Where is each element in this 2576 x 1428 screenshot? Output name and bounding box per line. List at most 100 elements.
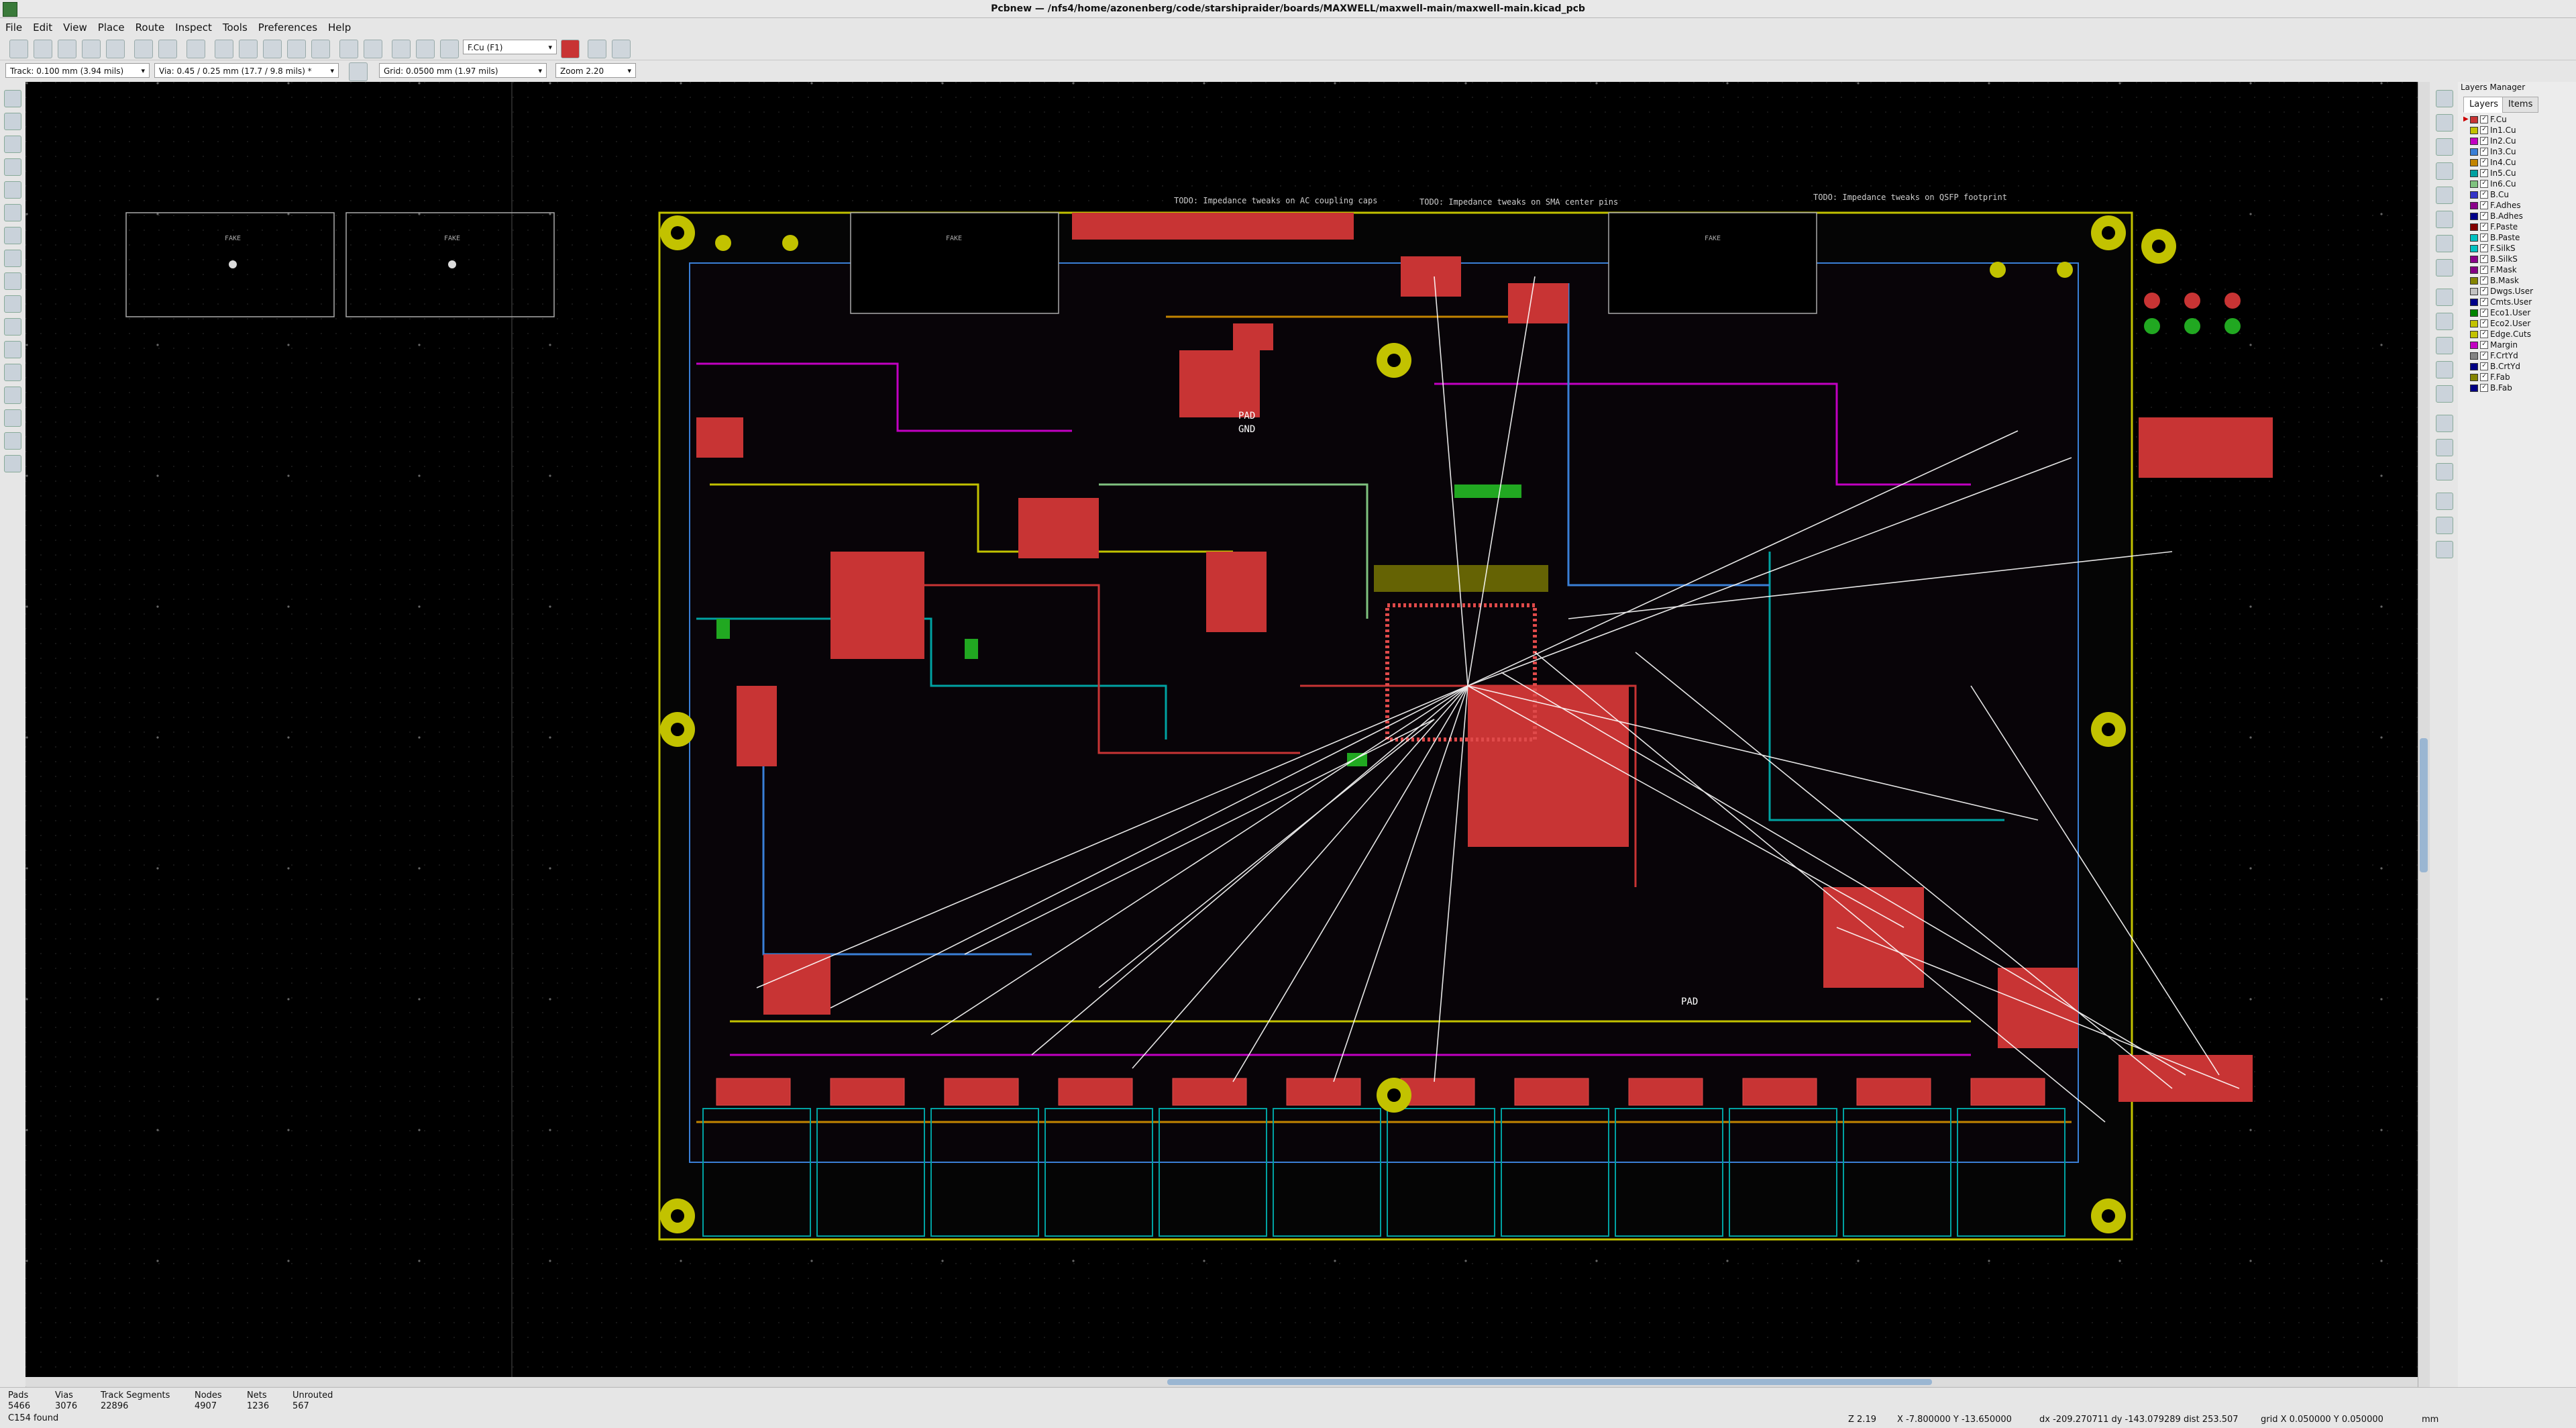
cursor-shape-icon[interactable] xyxy=(4,204,21,221)
menu-tools[interactable]: Tools xyxy=(217,21,253,34)
layer-row-f-mask[interactable]: ✓ F.Mask xyxy=(2463,264,2573,275)
layer-color-swatch[interactable] xyxy=(2470,137,2478,145)
vertical-scrollbar[interactable] xyxy=(2418,82,2430,1387)
layer-color-swatch[interactable] xyxy=(2470,319,2478,327)
layer-color-swatch[interactable] xyxy=(2470,201,2478,209)
layer-color-swatch[interactable] xyxy=(2470,148,2478,156)
layer-row-f-silks[interactable]: ✓ F.SilkS xyxy=(2463,243,2573,254)
microwave-toolbar-icon[interactable] xyxy=(4,432,21,450)
3d-viewer-icon[interactable] xyxy=(612,40,631,58)
layer-color-swatch[interactable] xyxy=(2470,373,2478,381)
layer-row-f-fab[interactable]: ✓ F.Fab xyxy=(2463,372,2573,382)
highlight-net-icon[interactable] xyxy=(2436,114,2453,132)
via-size-select[interactable]: Via: 0.45 / 0.25 mm (17.7 / 9.8 mils) * xyxy=(154,63,339,78)
layer-color-swatch[interactable] xyxy=(2470,309,2478,317)
layer-color-swatch[interactable] xyxy=(2470,234,2478,242)
zone-fill-icon[interactable] xyxy=(4,272,21,290)
delete-icon[interactable] xyxy=(2436,463,2453,480)
layer-row-b-adhes[interactable]: ✓ B.Adhes xyxy=(2463,211,2573,221)
layer-color-swatch[interactable] xyxy=(2470,330,2478,338)
layer-row-f-crtyd[interactable]: ✓ F.CrtYd xyxy=(2463,350,2573,361)
units-inch-icon[interactable] xyxy=(4,158,21,176)
polar-coords-icon[interactable] xyxy=(4,136,21,153)
layer-visibility-checkbox[interactable]: ✓ xyxy=(2480,319,2488,327)
horizontal-scroll-thumb[interactable] xyxy=(1167,1379,1932,1385)
grid-toggle-icon[interactable] xyxy=(4,113,21,130)
add-via-icon[interactable] xyxy=(2436,211,2453,228)
layer-row-in6-cu[interactable]: ✓ In6.Cu xyxy=(2463,178,2573,189)
pcb-canvas[interactable]: TODO: Impedance tweaks on AC coupling ca… xyxy=(25,82,2418,1384)
layer-color-swatch[interactable] xyxy=(2470,191,2478,199)
layer-visibility-checkbox[interactable]: ✓ xyxy=(2480,137,2488,145)
local-ratsnest-tool-icon[interactable] xyxy=(2436,138,2453,156)
print-icon[interactable] xyxy=(106,40,125,58)
menu-edit[interactable]: Edit xyxy=(28,21,58,34)
layer-color-swatch[interactable] xyxy=(2470,126,2478,134)
layer-visibility-checkbox[interactable]: ✓ xyxy=(2480,115,2488,123)
layer-visibility-checkbox[interactable]: ✓ xyxy=(2480,191,2488,199)
drc-off-icon[interactable] xyxy=(4,90,21,107)
layer-color-swatch[interactable] xyxy=(2470,169,2478,177)
units-mm-icon[interactable] xyxy=(4,181,21,199)
select-arrow-icon[interactable] xyxy=(2436,90,2453,107)
layer-visibility-checkbox[interactable]: ✓ xyxy=(2480,362,2488,370)
layer-visibility-checkbox[interactable]: ✓ xyxy=(2480,169,2488,177)
undo-icon[interactable] xyxy=(134,40,153,58)
layer-row-dwgs-user[interactable]: ✓ Dwgs.User xyxy=(2463,286,2573,297)
layer-visibility-checkbox[interactable]: ✓ xyxy=(2480,266,2488,274)
layer-color-swatch[interactable] xyxy=(2470,244,2478,252)
track-width-select[interactable]: Track: 0.100 mm (3.94 mils) xyxy=(5,63,150,78)
via-sketch-icon[interactable] xyxy=(4,341,21,358)
layer-color-swatch[interactable] xyxy=(2470,287,2478,295)
add-polygon-icon[interactable] xyxy=(2436,361,2453,378)
layer-row-in2-cu[interactable]: ✓ In2.Cu xyxy=(2463,136,2573,146)
grid-select[interactable]: Grid: 0.0500 mm (1.97 mils) xyxy=(379,63,547,78)
layer-visibility-checkbox[interactable]: ✓ xyxy=(2480,234,2488,242)
layer-visibility-checkbox[interactable]: ✓ xyxy=(2480,180,2488,188)
layer-pair-icon[interactable] xyxy=(561,40,580,58)
layer-row-b-cu[interactable]: ✓ B.Cu xyxy=(2463,189,2573,200)
grid-origin-icon[interactable] xyxy=(2436,517,2453,534)
menu-file[interactable]: File xyxy=(0,21,28,34)
layer-color-swatch[interactable] xyxy=(2470,384,2478,392)
layer-visibility-checkbox[interactable]: ✓ xyxy=(2480,158,2488,166)
layer-visibility-checkbox[interactable]: ✓ xyxy=(2480,298,2488,306)
pcbnew-app-icon[interactable] xyxy=(3,2,17,17)
layer-visibility-checkbox[interactable]: ✓ xyxy=(2480,373,2488,381)
layer-row-in4-cu[interactable]: ✓ In4.Cu xyxy=(2463,157,2573,168)
layer-row-f-paste[interactable]: ✓ F.Paste xyxy=(2463,221,2573,232)
menu-inspect[interactable]: Inspect xyxy=(170,21,217,34)
tab-layers[interactable]: Layers xyxy=(2463,97,2505,113)
layer-row-edge-cuts[interactable]: ✓ Edge.Cuts xyxy=(2463,329,2573,340)
page-settings-icon[interactable] xyxy=(82,40,101,58)
zoom-fit-icon[interactable] xyxy=(287,40,306,58)
footprint-editor-icon[interactable] xyxy=(392,40,411,58)
scripting-icon[interactable] xyxy=(440,40,459,58)
layer-visibility-checkbox[interactable]: ✓ xyxy=(2480,352,2488,360)
python-console-icon[interactable] xyxy=(4,455,21,472)
layer-visibility-checkbox[interactable]: ✓ xyxy=(2480,223,2488,231)
layer-visibility-checkbox[interactable]: ✓ xyxy=(2480,255,2488,263)
layer-select[interactable]: F.Cu (F1) xyxy=(463,40,557,54)
keepout-icon[interactable] xyxy=(2436,259,2453,276)
track-sketch-icon[interactable] xyxy=(4,364,21,381)
save-icon[interactable] xyxy=(58,40,76,58)
layer-row-in1-cu[interactable]: ✓ In1.Cu xyxy=(2463,125,2573,136)
zone-outline-icon[interactable] xyxy=(4,295,21,313)
layer-color-swatch[interactable] xyxy=(2470,276,2478,285)
add-dimension-icon[interactable] xyxy=(2436,415,2453,432)
microwave-tools-icon[interactable] xyxy=(588,40,606,58)
layer-color-swatch[interactable] xyxy=(2470,115,2478,123)
open-board-icon[interactable] xyxy=(34,40,52,58)
high-contrast-icon[interactable] xyxy=(4,387,21,404)
zoom-select[interactable]: Zoom 2.20 xyxy=(555,63,636,78)
layer-visibility-checkbox[interactable]: ✓ xyxy=(2480,201,2488,209)
local-ratsnest-icon[interactable] xyxy=(4,250,21,267)
layer-row-f-adhes[interactable]: ✓ F.Adhes xyxy=(2463,200,2573,211)
layer-row-cmts-user[interactable]: ✓ Cmts.User xyxy=(2463,297,2573,307)
layer-visibility-checkbox[interactable]: ✓ xyxy=(2480,244,2488,252)
layer-color-swatch[interactable] xyxy=(2470,298,2478,306)
layer-color-swatch[interactable] xyxy=(2470,158,2478,166)
zoom-out-icon[interactable] xyxy=(263,40,282,58)
ratsnest-icon[interactable] xyxy=(4,227,21,244)
